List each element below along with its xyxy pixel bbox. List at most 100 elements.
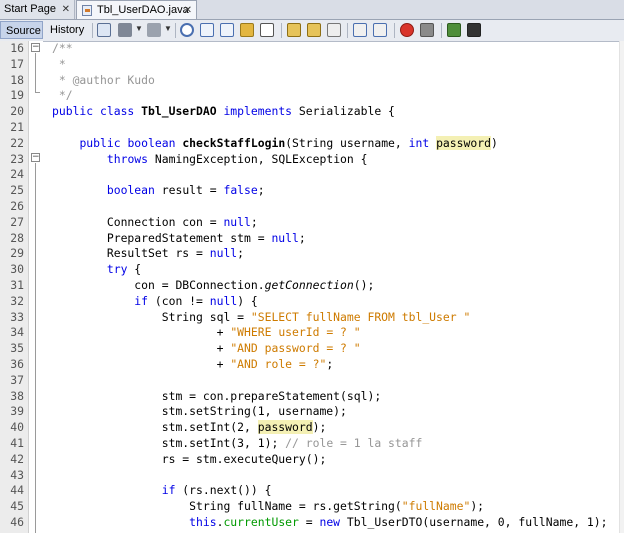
code-text: throws NamingException, SQLException { [106,151,368,166]
code-text: stm = con.prepareStatement(sql); [52,388,382,403]
line-number: 23 [10,151,24,166]
code-text: stm.setString(1, username); [52,404,347,419]
close-icon[interactable]: ✕ [184,1,192,20]
toggle-highlight-icon[interactable] [260,23,274,37]
code-line: 21 [0,120,619,136]
java-file-icon [82,5,92,16]
code-line: 28 PreparedStatement stm = null; [0,231,619,247]
editor-tab-strip: Start Page ✕ Tbl_UserDAO.java ✕ [0,0,624,20]
line-number: 22 [10,135,24,150]
code-text: String fullName = rs.getString("fullName… [52,499,485,514]
line-number: 29 [10,246,24,261]
code-line: 24 [0,167,619,183]
code-text: + "WHERE userId = ? " [52,325,361,340]
code-line: 19 */ [0,88,619,104]
toolbar-separator [394,23,395,38]
code-text: stm.setInt(3, 1); // role = 1 la staff [52,436,423,450]
code-line: 43 [0,468,619,484]
code-line: 36 + "AND role = ?"; [0,357,619,373]
line-number: 43 [10,467,24,482]
line-number: 37 [10,372,24,387]
toolbar-separator [281,23,282,38]
code-text: public class Tbl_UserDAO implements Seri… [52,104,395,119]
tab-start-page[interactable]: Start Page ✕ [0,0,75,19]
code-line: 30 try { [0,262,619,278]
last-edit-icon[interactable] [97,23,111,37]
code-text: /** [52,41,73,55]
code-text: if (con != null) { [134,293,258,308]
toggle-bookmark-icon[interactable] [327,23,341,37]
tab-label: Tbl_UserDAO.java [97,4,189,16]
line-number: 31 [10,278,24,292]
stop-macro-icon[interactable] [420,23,434,37]
find-selection-icon[interactable] [240,23,254,37]
code-line: 44 if (rs.next()) { [0,483,619,499]
code-line: 37 [0,373,619,389]
code-line: 34 + "WHERE userId = ? " [0,325,619,341]
line-number: 20 [10,104,24,119]
code-text: this.currentUser = new Tbl_UserDTO(usern… [189,515,608,529]
code-text: + "AND role = ?"; [52,357,334,371]
code-line: 18 * @author Kudo [0,73,619,89]
line-number: 18 [10,72,24,87]
previous-bookmark-icon[interactable] [287,23,301,37]
code-text: String sql = "SELECT fullName FROM tbl_U… [52,309,471,324]
line-number: 30 [10,262,24,277]
code-text: PreparedStatement stm = null; [52,230,306,245]
code-line: 23 throws NamingException, SQLException … [0,152,619,168]
toolbar-separator [175,23,176,38]
code-text: * @author Kudo [52,72,155,87]
line-number: 35 [10,341,24,356]
history-button[interactable]: History [45,21,88,39]
code-line: 35 + "AND password = ? " [0,341,619,357]
code-text: * [52,56,66,71]
code-line: 39 stm.setString(1, username); [0,404,619,420]
toolbar-separator [347,23,348,38]
line-number: 21 [10,120,24,134]
code-text: stm.setInt(2, password); [52,420,327,435]
line-number: 16 [10,41,24,55]
line-number: 38 [10,388,24,403]
line-number: 19 [10,88,24,103]
source-button[interactable]: Source [0,21,43,39]
chevron-down-icon[interactable]: ▼ [135,24,143,33]
forward-icon[interactable] [147,23,161,37]
code-line: 26 [0,199,619,215]
comment-icon[interactable] [447,23,461,37]
code-text: Connection con = null; [52,214,258,229]
line-number: 41 [10,436,24,450]
uncomment-icon[interactable] [467,23,481,37]
code-line: 32 if (con != null) { [0,294,619,310]
line-number: 25 [10,183,24,198]
record-macro-icon[interactable] [400,23,414,37]
code-line: 25 boolean result = false; [0,183,619,199]
chevron-down-icon[interactable]: ▼ [164,24,172,33]
code-line: 40 stm.setInt(2, password); [0,420,619,436]
code-text: public boolean checkStaffLogin(String us… [79,135,498,150]
code-text: ResultSet rs = null; [52,246,245,261]
back-icon[interactable] [118,23,132,37]
line-number: 24 [10,167,24,182]
find-previous-icon[interactable] [200,23,214,37]
line-number: 36 [10,357,24,371]
code-line: 22 public boolean checkStaffLogin(String… [0,135,619,152]
find-icon[interactable] [180,23,194,37]
code-text: */ [52,88,73,103]
line-number: 39 [10,404,24,419]
shift-left-icon[interactable] [353,23,367,37]
next-bookmark-icon[interactable] [307,23,321,37]
tab-label: Start Page [4,3,56,15]
tab-tbl-userdao-java[interactable]: Tbl_UserDAO.java ✕ [76,0,197,19]
code-text: rs = stm.executeQuery(); [52,451,327,466]
line-number: 34 [10,325,24,340]
code-line: 31 con = DBConnection.getConnection(); [0,278,619,294]
line-number: 26 [10,199,24,213]
close-icon[interactable]: ✕ [62,0,70,19]
code-line: 17 * [0,57,619,73]
code-text: boolean result = false; [106,183,265,198]
line-number: 42 [10,451,24,466]
shift-right-icon[interactable] [373,23,387,37]
code-line: 29 ResultSet rs = null; [0,246,619,262]
find-next-icon[interactable] [220,23,234,37]
line-number: 32 [10,293,24,308]
